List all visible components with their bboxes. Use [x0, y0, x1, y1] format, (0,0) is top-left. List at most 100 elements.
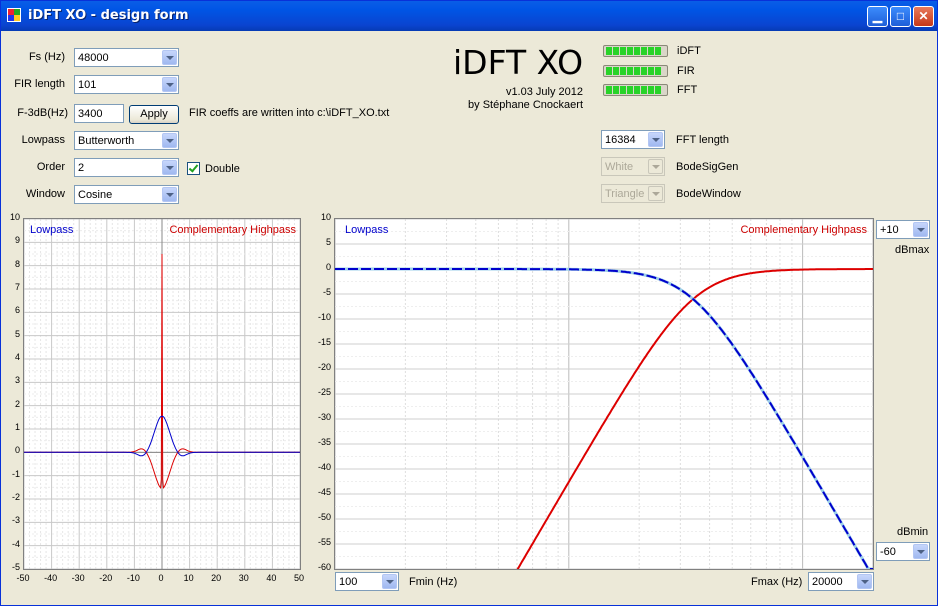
dbmax-select[interactable]: +10 — [876, 220, 930, 239]
impulse-x-tick: -30 — [71, 573, 85, 583]
bode-sig-gen-select[interactable]: White — [601, 157, 665, 176]
fft-progress-led — [603, 84, 668, 96]
impulse-x-tick: -20 — [99, 573, 113, 583]
impulse-y-tick: -4 — [11, 538, 20, 549]
bode-window-select[interactable]: Triangle — [601, 184, 665, 203]
double-checkbox[interactable] — [187, 162, 200, 175]
bode-y-tick: -55 — [317, 537, 331, 547]
bode-y-tick: -35 — [317, 437, 331, 447]
lowpass-select[interactable]: Butterworth — [74, 131, 179, 150]
main-window: iDFT XO - design form ▁ □ ✕ Fs (Hz) 4800… — [0, 0, 938, 606]
window-title: iDFT XO - design form — [28, 8, 189, 23]
impulse-x-tick: -40 — [44, 573, 58, 583]
fmin-select[interactable]: 100 — [335, 572, 399, 591]
impulse-y-tick: 5 — [14, 328, 20, 339]
minimize-button[interactable]: ▁ — [867, 6, 888, 27]
bode-window-value: Triangle — [605, 188, 645, 200]
dbmin-select[interactable]: -60 — [876, 542, 930, 561]
bode-y-tick: 0 — [325, 262, 331, 272]
impulse-legend-highpass: Complementary Highpass — [169, 224, 296, 236]
fir-length-select[interactable]: 101 — [74, 75, 179, 94]
lowpass-value: Butterworth — [78, 135, 135, 147]
double-label: Double — [205, 163, 240, 175]
impulse-x-tick: 10 — [183, 573, 194, 583]
bode-y-tick: -45 — [317, 487, 331, 497]
app-icon — [7, 8, 21, 22]
bode-legend-lowpass: Lowpass — [345, 224, 389, 236]
impulse-y-tick: 4 — [14, 352, 20, 362]
window-select[interactable]: Cosine — [74, 185, 179, 204]
coeffs-note: FIR coeffs are written into c:\iDFT_XO.t… — [189, 107, 390, 119]
close-icon: ✕ — [918, 9, 929, 23]
chevron-down-icon[interactable] — [913, 222, 928, 237]
fir-progress-led — [603, 65, 668, 77]
author-text: by Stéphane Cnockaert — [468, 99, 583, 111]
fmin-value: 100 — [339, 576, 358, 588]
lowpass-label: Lowpass — [21, 134, 65, 146]
impulse-x-tick: 20 — [211, 573, 222, 583]
title-bar[interactable]: iDFT XO - design form ▁ □ ✕ — [1, 1, 937, 31]
impulse-y-tick: 3 — [14, 375, 20, 386]
fs-value: 48000 — [78, 52, 109, 64]
bode-y-tick: -30 — [317, 412, 331, 422]
bode-plot: Lowpass Complementary Highpass — [334, 218, 874, 570]
bode-sig-gen-value: White — [605, 161, 634, 173]
bode-y-tick: -5 — [322, 287, 331, 297]
maximize-button[interactable]: □ — [890, 6, 911, 27]
fmin-label: Fmin (Hz) — [409, 576, 458, 588]
impulse-x-tick: 30 — [238, 573, 249, 583]
impulse-y-tick: 9 — [14, 235, 20, 246]
chevron-down-icon[interactable] — [913, 544, 928, 559]
bode-y-tick: 10 — [320, 212, 331, 222]
chevron-down-icon[interactable] — [648, 132, 663, 147]
fir-led-label: FIR — [677, 65, 695, 77]
close-button[interactable]: ✕ — [913, 6, 934, 27]
window-label: Window — [25, 188, 65, 200]
chevron-down-icon[interactable] — [162, 50, 177, 65]
fft-led-label: FFT — [677, 84, 698, 96]
bode-y-tick: -60 — [317, 562, 331, 572]
order-value: 2 — [78, 162, 85, 174]
impulse-y-tick: -3 — [11, 515, 20, 526]
window-value: Cosine — [78, 189, 113, 201]
bode-y-tick: -20 — [317, 362, 331, 372]
chevron-down-icon[interactable] — [382, 574, 397, 589]
bode-y-tick: 5 — [325, 237, 331, 247]
dbmax-label: dBmax — [895, 244, 930, 256]
impulse-y-tick: -2 — [11, 492, 20, 502]
fs-label: Fs (Hz) — [28, 51, 65, 63]
bode-y-tick: -10 — [317, 312, 331, 322]
idft-led-label: iDFT — [677, 45, 701, 57]
impulse-y-tick: -5 — [11, 562, 20, 572]
version-text: v1.03 July 2012 — [505, 86, 583, 98]
impulse-y-tick: 6 — [14, 305, 20, 316]
bode-y-tick: -50 — [317, 512, 331, 522]
minimize-icon: ▁ — [872, 9, 883, 23]
order-label: Order — [36, 161, 65, 173]
dbmin-label: dBmin — [897, 526, 929, 538]
chevron-down-icon[interactable] — [162, 133, 177, 148]
fmax-select[interactable]: 20000 — [808, 572, 874, 591]
fft-length-select[interactable]: 16384 — [601, 130, 665, 149]
impulse-x-tick: 40 — [266, 573, 277, 583]
chevron-down-icon[interactable] — [648, 186, 663, 201]
chevron-down-icon[interactable] — [162, 77, 177, 92]
impulse-y-tick: 7 — [14, 282, 20, 292]
apply-button[interactable]: Apply — [129, 105, 179, 124]
chevron-down-icon[interactable] — [857, 574, 872, 589]
impulse-response-plot: Lowpass Complementary Highpass — [23, 218, 301, 570]
bode-y-tick: -15 — [317, 337, 331, 347]
fft-length-label: FFT length — [676, 134, 729, 146]
maximize-icon: □ — [896, 9, 905, 23]
chevron-down-icon[interactable] — [162, 187, 177, 202]
fs-select[interactable]: 48000 — [74, 48, 179, 67]
order-select[interactable]: 2 — [74, 158, 179, 177]
chevron-down-icon[interactable] — [648, 159, 663, 174]
bode-window-label: BodeWindow — [676, 188, 741, 200]
impulse-y-tick: 0 — [14, 445, 20, 456]
dbmax-value: +10 — [880, 224, 899, 236]
fmax-value: 20000 — [812, 576, 843, 588]
f3db-input[interactable]: 3400 — [74, 104, 124, 123]
chevron-down-icon[interactable] — [162, 160, 177, 175]
fir-length-label: FIR length — [14, 78, 65, 90]
